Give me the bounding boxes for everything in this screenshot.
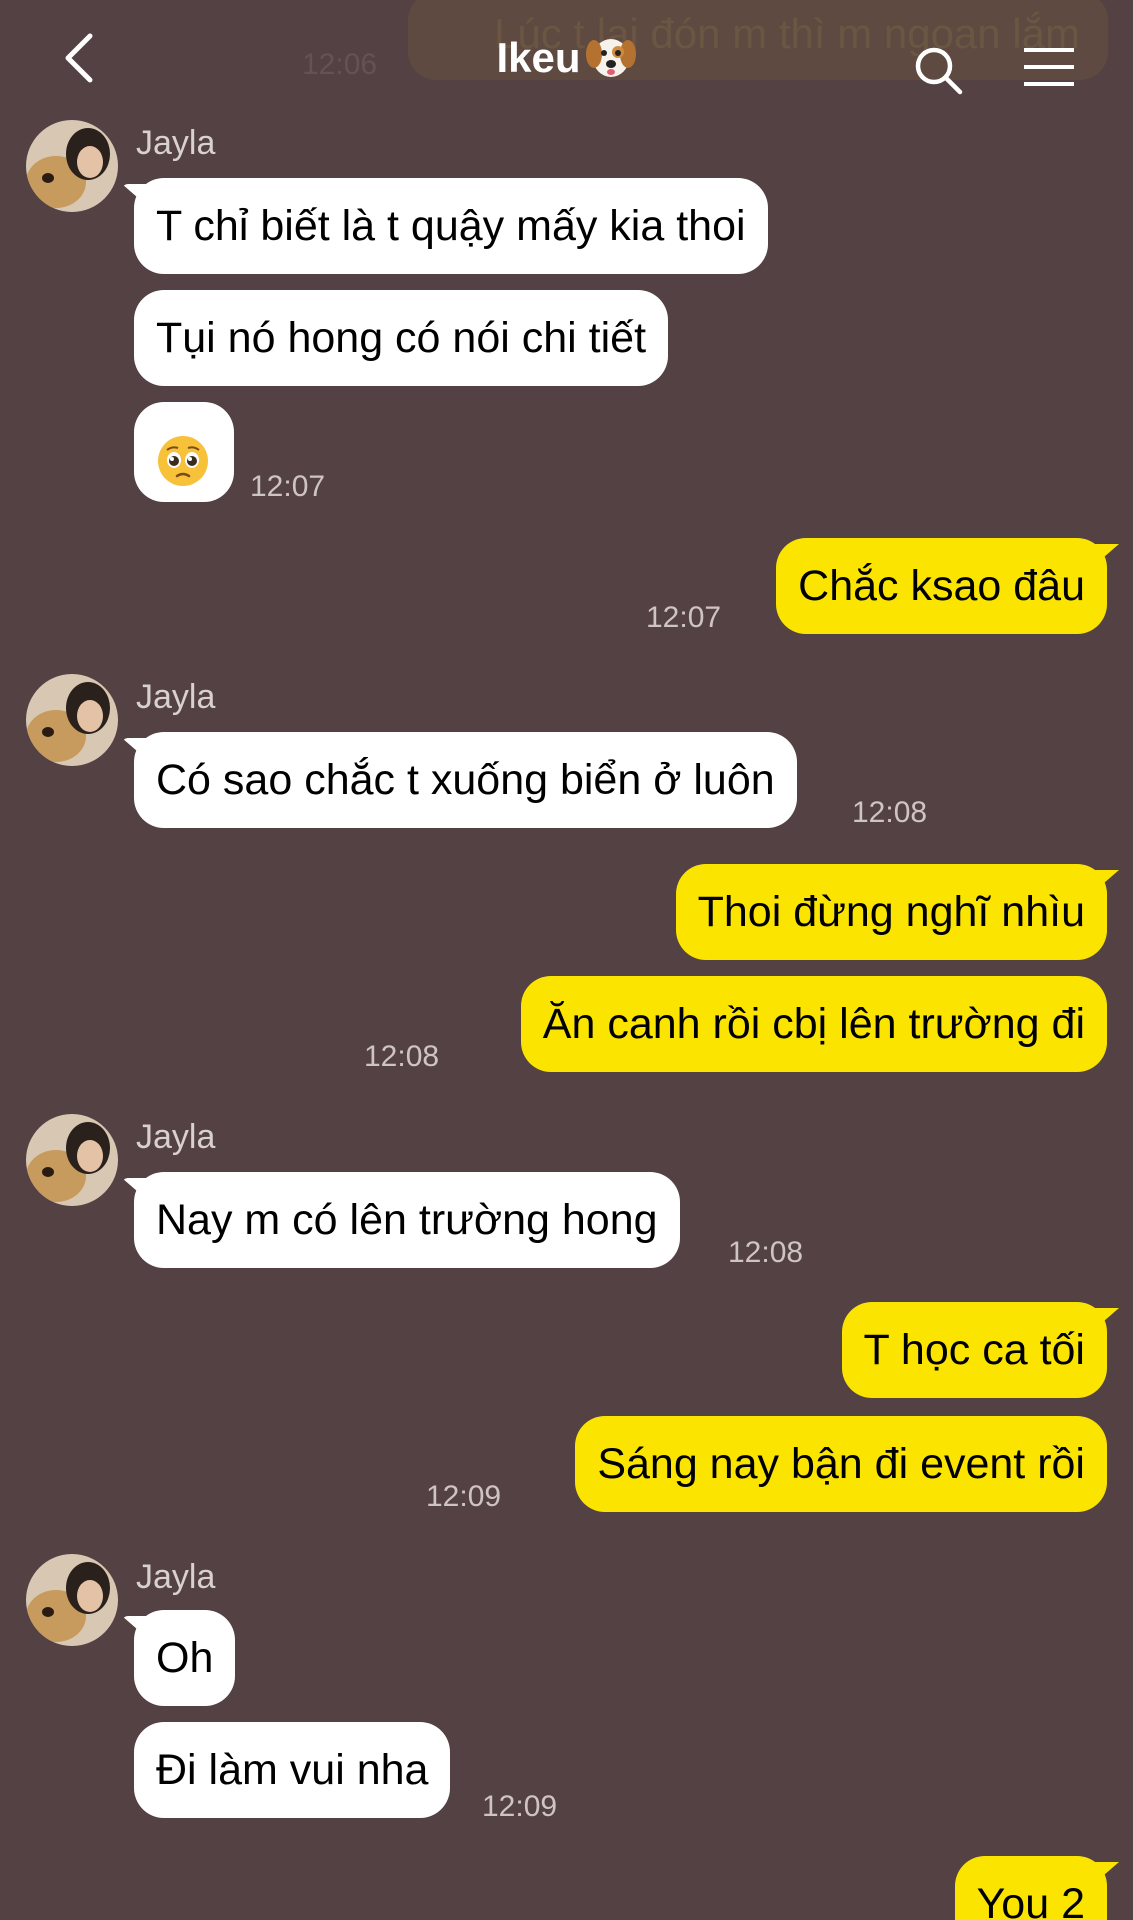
message-time: 12:07 <box>250 470 326 503</box>
incoming-message-bubble[interactable]: Nay m có lên trường hong <box>134 1172 680 1268</box>
incoming-message-bubble[interactable]: Đi làm vui nha <box>134 1722 451 1818</box>
outgoing-message-bubble[interactable]: Sáng nay bận đi event rồi <box>575 1416 1107 1512</box>
pleading-face-emoji-icon <box>156 426 210 522</box>
message-time: 12:08 <box>364 1040 440 1073</box>
avatar-image <box>26 120 118 212</box>
outgoing-message-bubble[interactable]: Ăn canh rồi cbị lên trường đi <box>520 976 1107 1072</box>
sender-name: Jayla <box>136 1118 216 1156</box>
message-time: 12:08 <box>728 1236 804 1269</box>
message-time: 12:07 <box>646 601 722 634</box>
incoming-message-bubble[interactable]: Tụi nó hong có nói chi tiết <box>134 290 669 386</box>
sender-name: Jayla <box>136 1558 216 1596</box>
sticker-message-bubble[interactable] <box>134 402 234 502</box>
incoming-message-bubble[interactable]: Oh <box>134 1610 236 1706</box>
outgoing-message-bubble[interactable]: Chắc ksao đâu <box>776 538 1107 634</box>
avatar[interactable] <box>26 1114 118 1206</box>
avatar-image <box>26 1554 118 1646</box>
outgoing-message-bubble[interactable]: T học ca tối <box>841 1302 1107 1398</box>
message-time: 12:09 <box>482 1790 558 1823</box>
incoming-message-bubble[interactable]: T chỉ biết là t quậy mấy kia thoi <box>134 178 768 274</box>
message-time: 12:09 <box>426 1480 502 1513</box>
avatar-image <box>26 1114 118 1206</box>
outgoing-message-bubble[interactable]: You 2 <box>954 1856 1107 1920</box>
avatar[interactable] <box>26 120 118 212</box>
dog-face-emoji-icon <box>585 30 637 92</box>
chat-title-text: Ikeu <box>496 34 581 82</box>
incoming-message-bubble[interactable]: Có sao chắc t xuống biển ở luôn <box>134 732 797 828</box>
sender-name: Jayla <box>136 678 216 716</box>
menu-button[interactable] <box>1022 46 1076 88</box>
sender-name: Jayla <box>136 124 216 162</box>
outgoing-message-bubble[interactable]: Thoi đừng nghĩ nhìu <box>675 864 1107 960</box>
avatar[interactable] <box>26 1554 118 1646</box>
chat-header: Lúc t lại đón m thì m ngoan lắm 12:06 Ik… <box>0 0 1133 110</box>
search-button[interactable] <box>912 44 964 96</box>
search-icon <box>915 47 963 95</box>
avatar-image <box>26 674 118 766</box>
avatar[interactable] <box>26 674 118 766</box>
message-time: 12:08 <box>852 796 928 829</box>
hamburger-menu-icon <box>1024 48 1074 86</box>
